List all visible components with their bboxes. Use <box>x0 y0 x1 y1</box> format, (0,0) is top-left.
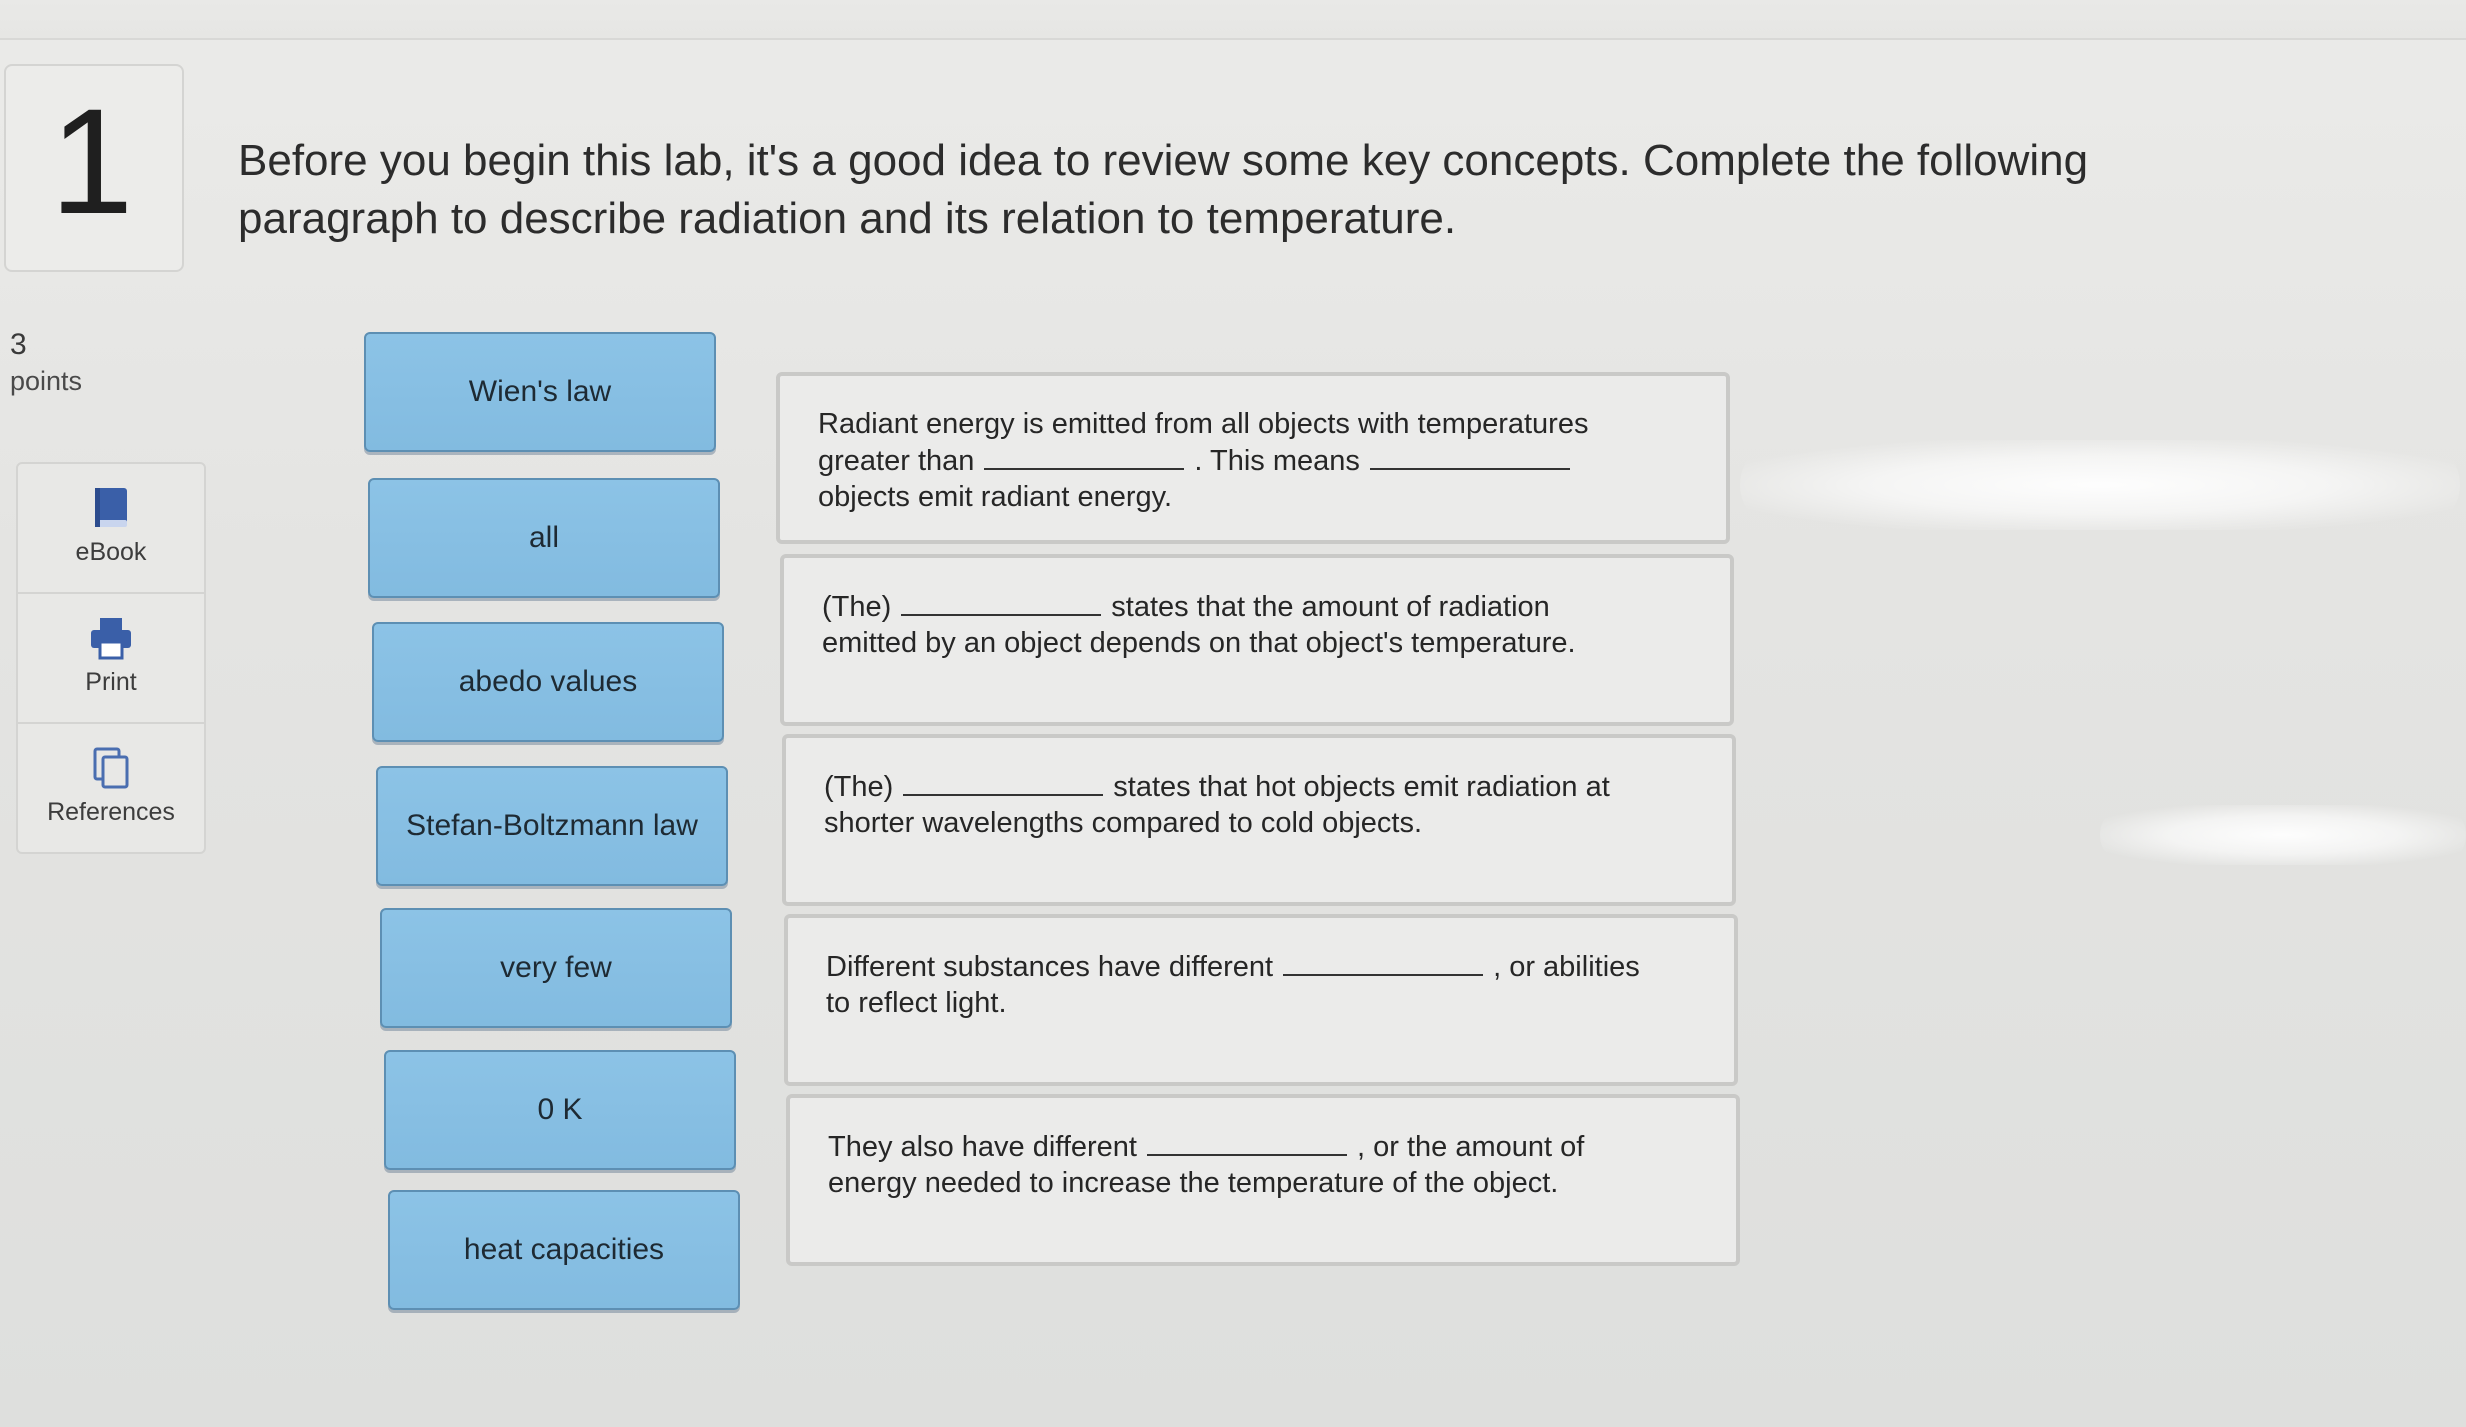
answer-tile[interactable]: abedo values <box>372 622 724 742</box>
answer-blank[interactable] <box>901 588 1102 616</box>
sentence-text: objects emit radiant energy. <box>818 481 1173 513</box>
sentence-box: (The) states that the amount of radiation… <box>780 554 1734 726</box>
points-value: 3 <box>10 328 27 361</box>
answer-blank[interactable] <box>1369 442 1570 470</box>
tools-panel: eBook Print References <box>16 462 206 854</box>
sentence-text: energy needed to increase the temperatur… <box>828 1167 1559 1199</box>
sentence-text: states that hot objects emit radiation a… <box>1113 771 1610 803</box>
question-prompt: Before you begin this lab, it's a good i… <box>238 136 2089 243</box>
references-button[interactable]: References <box>18 722 204 852</box>
sentence-text: Radiant energy is emitted from all objec… <box>818 408 1589 440</box>
sentence-text: (The) <box>824 771 894 803</box>
sentence-text: emitted by an object depends on that obj… <box>822 627 1576 659</box>
print-label: Print <box>85 668 137 696</box>
points-label: points <box>10 366 83 396</box>
print-button[interactable]: Print <box>18 592 204 722</box>
sentence-text: shorter wavelengths compared to cold obj… <box>824 807 1423 839</box>
sentence-box: They also have different , or the amount … <box>786 1094 1740 1266</box>
answer-blank[interactable] <box>1147 1128 1347 1156</box>
sentence-box: (The) states that hot objects emit radiat… <box>782 734 1736 906</box>
answer-tile[interactable]: Wien's law <box>364 332 716 452</box>
references-label: References <box>47 798 175 826</box>
sentence-text: greater than <box>818 445 975 477</box>
answer-blank[interactable] <box>903 768 1104 796</box>
ebook-button[interactable]: eBook <box>18 464 204 592</box>
answer-tile[interactable]: 0 K <box>384 1050 736 1170</box>
book-icon <box>95 488 127 527</box>
answer-blank[interactable] <box>1283 948 1484 976</box>
sentence-box: Different substances have different , or … <box>784 914 1738 1086</box>
sentence-box: Radiant energy is emitted from all objec… <box>776 372 1730 544</box>
sentence-text: They also have different <box>828 1131 1137 1163</box>
answer-tile[interactable]: Stefan-Boltzmann law <box>376 766 728 886</box>
sentence-text: . This means <box>1194 445 1360 477</box>
copy-icon <box>93 747 129 789</box>
sentence-text: (The) <box>822 591 892 623</box>
answer-tile[interactable]: heat capacities <box>388 1190 740 1310</box>
sentence-text: to reflect light. <box>826 987 1007 1019</box>
answer-blank[interactable] <box>984 442 1185 470</box>
screen-glare <box>2100 805 2466 865</box>
answer-tile[interactable]: all <box>368 478 720 598</box>
printer-icon <box>91 618 131 660</box>
answer-tile[interactable]: very few <box>380 908 732 1028</box>
sentence-text: , or abilities <box>1493 951 1640 983</box>
sentence-text: states that the amount of radiation <box>1111 591 1550 623</box>
sentence-text: Different substances have different <box>826 951 1274 983</box>
browser-top-edge <box>0 0 2466 40</box>
ebook-label: eBook <box>75 538 147 566</box>
sentence-text: , or the amount of <box>1357 1131 1585 1163</box>
screen-glare <box>1740 440 2460 530</box>
question-number: 1 <box>50 77 134 245</box>
